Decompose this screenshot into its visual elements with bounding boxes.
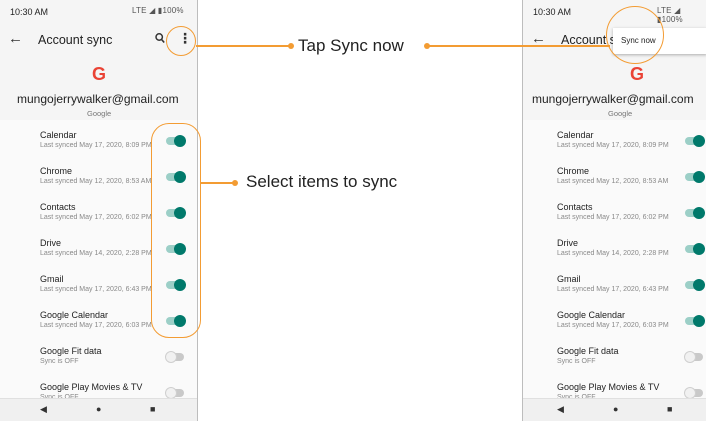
nav-back-icon[interactable]: ◀ [40,404,47,415]
sync-toggle[interactable] [685,279,705,291]
tap-sync-connector-left [196,45,290,47]
sync-item-name: Calendar [557,130,594,140]
sync-item-status: Sync is OFF [40,358,79,365]
nav-home-icon[interactable]: ● [96,404,101,414]
sync-item-status: Last synced May 17, 2020, 8:09 PM [40,142,152,149]
sync-item-status: Last synced May 17, 2020, 6:43 PM [557,286,669,293]
sync-toggle[interactable] [684,351,703,363]
sync-toggle[interactable] [685,135,705,147]
account-provider: Google [608,109,633,118]
sync-item-name: Drive [40,238,62,248]
sync-item-status: Last synced May 12, 2020, 8:53 AM [40,178,152,185]
sync-item-name: Google Fit data [557,346,619,356]
sync-item-name: Drive [557,238,579,248]
sync-item-name: Gmail [557,274,581,284]
sync-toggle[interactable] [685,171,705,183]
sync-toggle[interactable] [685,243,705,255]
select-items-dot [232,180,238,186]
toggles-highlight-outline [151,123,201,338]
more-menu-highlight-circle [166,26,196,56]
account-email: mungojerrywalker@gmail.com [17,92,179,106]
status-icons: LTE ◢ ▮100% [132,6,184,15]
sync-item-status: Sync is OFF [557,358,596,365]
sync-item-name: Contacts [557,202,593,212]
sync-item-name: Chrome [557,166,590,176]
toggle-knob [693,207,705,219]
account-provider: Google [87,109,112,118]
toggle-knob [165,351,177,363]
toggle-knob [693,171,705,183]
sync-item-name: Google Calendar [40,310,109,320]
back-arrow-icon[interactable]: ← [8,30,23,47]
callout-select-items: Select items to sync [246,172,398,191]
sync-item-name: Gmail [40,274,64,284]
select-items-connector [201,182,233,184]
sync-item-name: Chrome [40,166,73,176]
nav-recents-icon[interactable]: ■ [667,404,672,414]
sync-item-name: Google Play Movies & TV [557,382,660,392]
nav-back-icon[interactable]: ◀ [557,404,564,415]
status-bar: 10:30 AM LTE ◢ ▮100% [0,0,197,26]
nav-recents-icon[interactable]: ■ [150,404,155,414]
toggle-knob [684,351,696,363]
account-email: mungojerrywalker@gmail.com [532,92,694,106]
tap-sync-connector-right [428,45,610,47]
sync-toggle[interactable] [685,207,705,219]
status-icons: LTE ◢ ▮100% [657,6,683,24]
sync-list: Calendar Last synced May 17, 2020, 8:09 P… [523,120,706,401]
sync-item-status: Last synced May 12, 2020, 8:53 AM [557,178,669,185]
sync-item-status: Last synced May 17, 2020, 6:02 PM [40,214,152,221]
page-title: Account sync [38,33,113,47]
sync-now-highlight-circle [606,6,664,64]
sync-toggle[interactable] [685,315,705,327]
sync-item-name: Google Calendar [557,310,626,320]
nav-home-icon[interactable]: ● [613,404,618,414]
sync-toggle[interactable] [684,387,703,399]
sync-toggle[interactable] [165,351,184,363]
sync-item-status: Last synced May 17, 2020, 6:02 PM [557,214,669,221]
sync-item-status: Last synced May 17, 2020, 6:03 PM [557,322,669,329]
google-g-icon: G [629,64,644,84]
status-time: 10:30 AM [10,7,49,17]
toggle-knob [693,243,705,255]
nav-bar: ◀ ● ■ [0,398,197,421]
sync-item-name: Google Play Movies & TV [40,382,143,392]
sync-item-name: Calendar [40,130,77,140]
tap-sync-dot-left [288,43,294,49]
toggle-knob [693,279,705,291]
google-g-icon: G [91,64,106,84]
toggle-knob [693,135,705,147]
sync-item-status: Last synced May 14, 2020, 2:28 PM [557,250,669,257]
sync-item-name: Contacts [40,202,76,212]
search-icon[interactable] [155,32,165,46]
sync-item-status: Last synced May 14, 2020, 2:28 PM [40,250,152,257]
phone-screen-right: 10:30 AM LTE ◢ ▮100% ← Account sync Sync… [522,0,706,421]
sync-toggle[interactable] [165,387,184,399]
toggle-knob [693,315,705,327]
sync-item-status: Last synced May 17, 2020, 6:03 PM [40,322,152,329]
sync-item-status: Last synced May 17, 2020, 6:43 PM [40,286,152,293]
nav-bar: ◀ ● ■ [523,398,706,421]
callout-tap-sync-now: Tap Sync now [298,36,404,55]
sync-item-name: Google Fit data [40,346,102,356]
sync-item-status: Last synced May 17, 2020, 8:09 PM [557,142,669,149]
status-time: 10:30 AM [533,7,572,17]
